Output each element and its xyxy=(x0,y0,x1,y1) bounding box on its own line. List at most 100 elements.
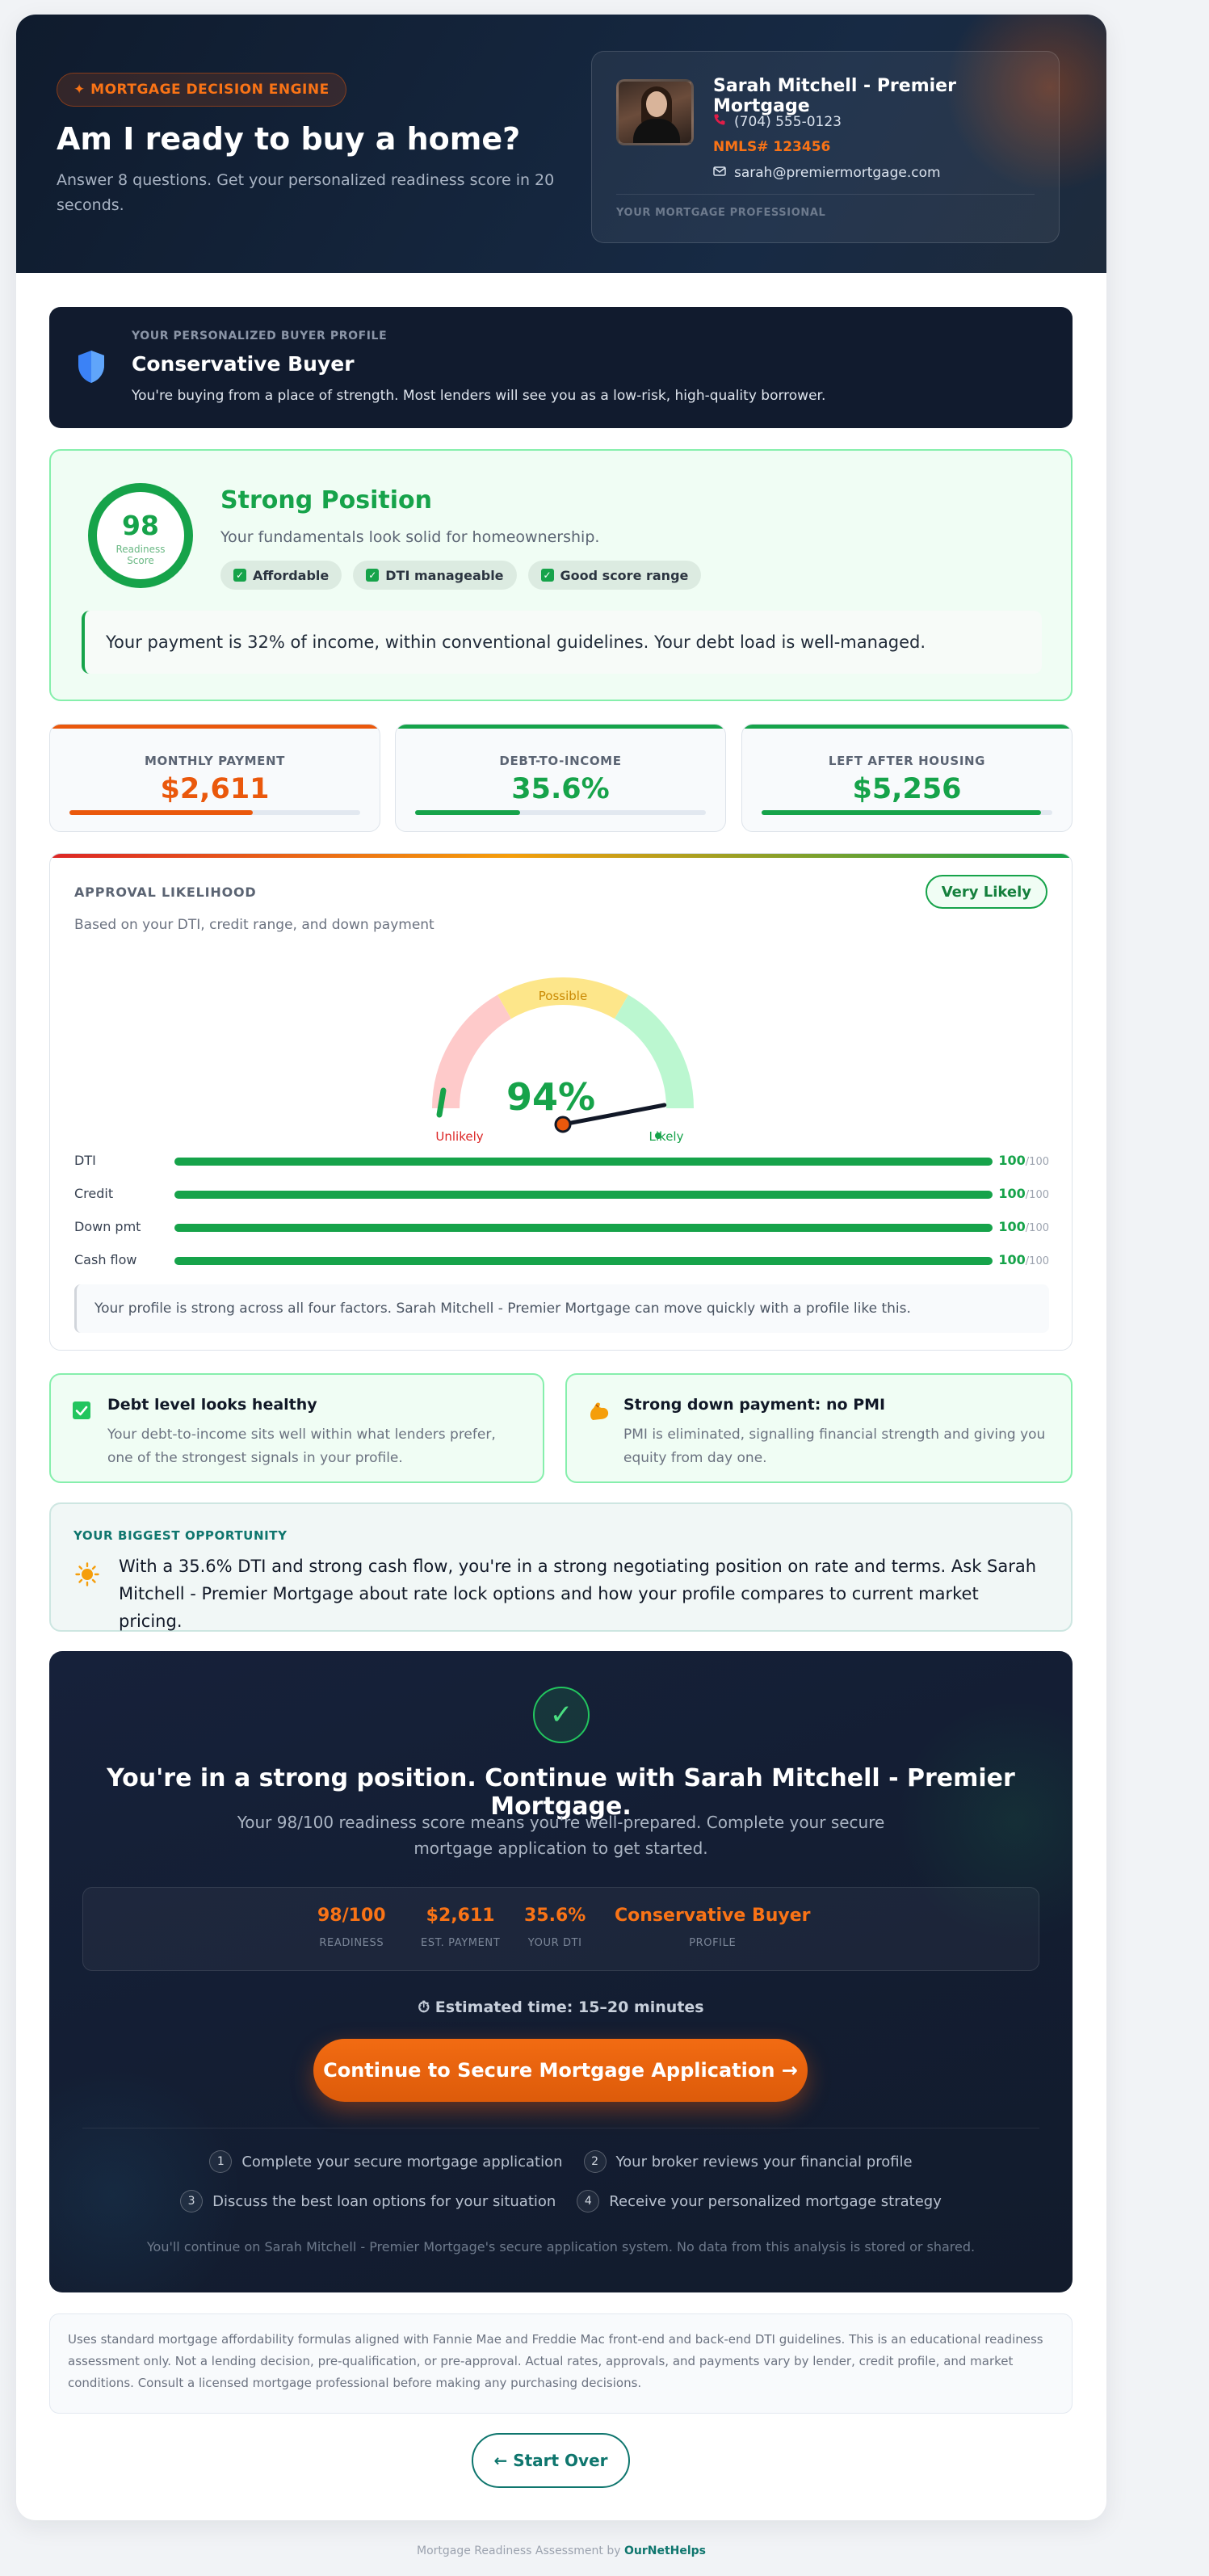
cta-panel: ✓ You're in a strong position. Continue … xyxy=(49,1651,1073,2292)
check-icon xyxy=(72,1401,91,1423)
step-text: Complete your secure mortgage applicatio… xyxy=(241,2153,563,2170)
stat-value: Conservative Buyer xyxy=(615,1906,811,1926)
metric-value: 35.6% xyxy=(511,773,610,805)
factor-label: Credit xyxy=(74,1186,114,1201)
cta-glow xyxy=(49,2066,243,2292)
approval-factors: DTI 100/100 Credit 100/100 Down pmt 100/… xyxy=(74,1153,1049,1285)
factor-score: 100/100 xyxy=(998,1186,1049,1201)
step-item: 2 Your broker reviews your financial prof… xyxy=(583,2150,913,2173)
readiness-score-card: 98 Readiness Score Strong Position Your f… xyxy=(49,449,1073,701)
chip-dti: ✓ DTI manageable xyxy=(353,561,517,590)
page-footer: Mortgage Readiness Assessment by OurNetH… xyxy=(0,2544,1123,2557)
check-icon: ✓ xyxy=(540,569,554,582)
metric-debt-to-income: DEBT-TO-INCOME 35.6% xyxy=(395,724,726,832)
highlight-down-payment: Strong down payment: no PMI PMI is elimi… xyxy=(565,1373,1073,1483)
metric-track xyxy=(415,810,706,815)
factor-row-credit: Credit 100/100 xyxy=(74,1186,1049,1219)
estimated-time: ⏱ Estimated time: 15–20 minutes xyxy=(418,1998,704,2016)
shield-icon xyxy=(77,349,106,388)
approval-title: APPROVAL LIKELIHOOD xyxy=(74,885,257,900)
chip-label: DTI manageable xyxy=(385,567,504,583)
readiness-score-label: Readiness Score xyxy=(115,544,166,566)
stat-label: YOUR DTI xyxy=(527,1937,582,1949)
approval-status-badge: Very Likely xyxy=(925,875,1047,909)
page-title: Am I ready to buy a home? xyxy=(57,121,521,157)
stat-label: EST. PAYMENT xyxy=(421,1937,501,1949)
step-item: 4 Receive your personalized mortgage stra… xyxy=(577,2190,942,2213)
disclaimer: Uses standard mortgage affordability for… xyxy=(49,2313,1073,2414)
gauge-label-possible: Possible xyxy=(539,989,587,1003)
continue-application-button[interactable]: Continue to Secure Mortgage Application … xyxy=(313,2039,808,2102)
approval-likelihood-card: APPROVAL LIKELIHOOD Based on your DTI, c… xyxy=(49,853,1073,1351)
phone-icon xyxy=(713,113,726,130)
broker-email[interactable]: sarah@premiermortgage.com xyxy=(713,165,941,181)
metric-monthly-payment: MONTHLY PAYMENT $2,611 xyxy=(49,724,380,832)
score-chips: ✓ Affordable ✓ DTI manageable ✓ Good score … xyxy=(220,561,702,590)
factor-fill xyxy=(174,1257,993,1265)
highlight-title: Debt level looks healthy xyxy=(107,1396,317,1414)
score-title: Strong Position xyxy=(220,486,432,515)
mail-icon xyxy=(713,165,726,181)
metric-accent xyxy=(50,725,380,729)
stat-value: 98/100 xyxy=(317,1906,386,1926)
factor-score-value: 100 xyxy=(998,1219,1026,1234)
biggest-opportunity-card: YOUR BIGGEST OPPORTUNITY With a 35.6% DT… xyxy=(49,1502,1073,1632)
step-text: Discuss the best loan options for your s… xyxy=(212,2192,556,2210)
step-number: 2 xyxy=(583,2150,607,2173)
metric-value: $5,256 xyxy=(852,773,962,805)
page-subtitle: Answer 8 questions. Get your personalize… xyxy=(57,171,555,214)
stat-value: $2,611 xyxy=(426,1906,495,1926)
factor-label: DTI xyxy=(74,1153,96,1168)
factor-track xyxy=(174,1257,993,1265)
highlight-debt-level: Debt level looks healthy Your debt-to-in… xyxy=(49,1373,544,1483)
metric-fill xyxy=(762,810,1041,815)
start-over-button[interactable]: ← Start Over xyxy=(472,2433,630,2488)
flexed-arm-icon xyxy=(588,1401,611,1425)
metric-accent xyxy=(396,725,725,729)
assessment-card: ✦ MORTGAGE DECISION ENGINE Am I ready to… xyxy=(16,15,1106,2520)
factor-score-max: /100 xyxy=(1025,1222,1049,1234)
step-number: 4 xyxy=(577,2190,600,2213)
gauge-start-marker xyxy=(436,1087,447,1118)
step-item: 1 Complete your secure mortgage applicati… xyxy=(209,2150,563,2173)
factor-fill xyxy=(174,1191,993,1199)
approval-note: Your profile is strong across all four f… xyxy=(74,1284,1049,1333)
metric-value: $2,611 xyxy=(160,773,270,805)
factor-row-cash-flow: Cash flow 100/100 xyxy=(74,1252,1049,1285)
hero-header: ✦ MORTGAGE DECISION ENGINE Am I ready to… xyxy=(16,15,1106,273)
cta-summary-stats: 98/100 READINESS $2,611 EST. PAYMENT 35.6%… xyxy=(82,1887,1039,1971)
factor-label: Cash flow xyxy=(74,1252,137,1267)
check-icon: ✓ xyxy=(233,569,246,582)
highlight-description: Your debt-to-income sits well within wha… xyxy=(107,1427,496,1466)
stat-readiness: 98/100 READINESS xyxy=(317,1906,386,1949)
stat-value: 35.6% xyxy=(524,1906,586,1926)
step-item: 3 Discuss the best loan options for your … xyxy=(180,2190,556,2213)
step-text: Your broker reviews your financial profi… xyxy=(615,2153,913,2170)
profile-description: You're buying from a place of strength. … xyxy=(132,388,826,404)
factor-score-value: 100 xyxy=(998,1186,1026,1201)
broker-phone-text: (704) 555-0123 xyxy=(734,113,842,130)
broker-phone[interactable]: (704) 555-0123 xyxy=(713,113,842,130)
broker-email-text: sarah@premiermortgage.com xyxy=(734,165,941,181)
metric-fill xyxy=(69,810,253,815)
factor-row-dti: DTI 100/100 xyxy=(74,1153,1049,1186)
factor-score-max: /100 xyxy=(1025,1156,1049,1168)
metric-fill xyxy=(415,810,520,815)
cta-subtitle: Your 98/100 readiness score means you're… xyxy=(237,1813,885,1858)
engine-badge: ✦ MORTGAGE DECISION ENGINE xyxy=(57,73,346,107)
step-number: 3 xyxy=(180,2190,204,2213)
factor-track xyxy=(174,1158,993,1166)
factor-track xyxy=(174,1224,993,1232)
opportunity-text: With a 35.6% DTI and strong cash flow, y… xyxy=(119,1557,1037,1631)
success-check-icon: ✓ xyxy=(533,1687,590,1743)
divider xyxy=(616,194,1035,195)
buyer-profile-banner: YOUR PERSONALIZED BUYER PROFILE Conserva… xyxy=(49,307,1073,428)
gauge-label-unlikely: Unlikely xyxy=(435,1129,483,1144)
broker-card: Sarah Mitchell - Premier Mortgage (704) … xyxy=(591,51,1060,243)
footer-brand-link[interactable]: OurNetHelps xyxy=(624,2544,706,2557)
chip-label: Good score range xyxy=(560,567,689,583)
metric-label: DEBT-TO-INCOME xyxy=(499,754,622,768)
factor-score: 100/100 xyxy=(998,1219,1049,1234)
sun-icon xyxy=(75,1562,99,1590)
stat-label: READINESS xyxy=(319,1937,384,1949)
